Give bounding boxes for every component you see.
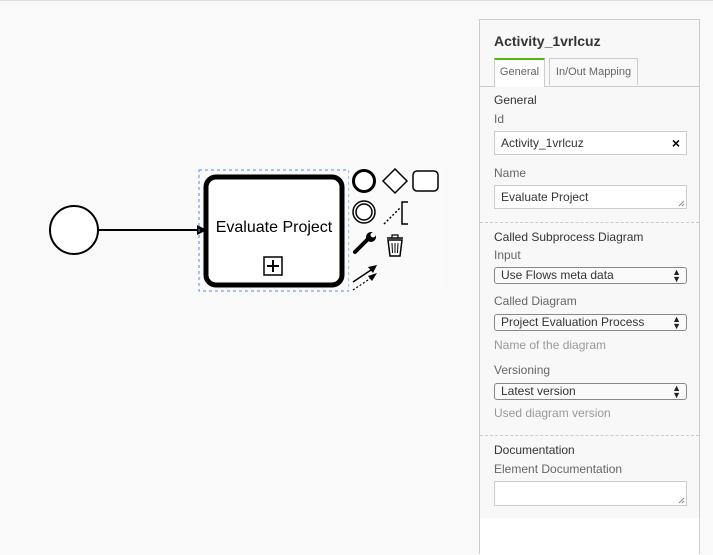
diagram-canvas[interactable]: Evaluate Project [0,0,479,554]
versioning-label: Versioning [494,363,551,377]
versioning-value: Latest version [501,384,576,398]
called-diagram-label: Called Diagram [494,294,577,308]
input-select-value: Use Flows meta data [501,268,614,282]
panel-title: Activity_1vrlcuz [494,33,601,49]
plus-square-icon [263,256,283,276]
general-heading: General [494,93,537,107]
tab-general[interactable]: General [494,58,545,87]
element-documentation-input[interactable] [494,481,687,506]
called-diagram-value: Project Evaluation Process [501,315,645,329]
documentation-heading: Documentation [494,443,575,457]
panel-footer [480,518,699,555]
id-value: Activity_1vrlcuz [501,136,584,150]
task-icon[interactable] [412,170,439,192]
start-event-icon[interactable] [352,169,376,193]
called-subprocess-heading: Called Subprocess Diagram [494,230,644,244]
input-label: Input [494,248,521,262]
id-label: Id [494,112,505,126]
called-diagram-select[interactable]: Project Evaluation Process ▲ ▼ [494,314,687,331]
element-documentation-label: Element Documentation [494,462,623,476]
trash-icon[interactable] [387,234,403,257]
select-arrows-icon: ▲ ▼ [672,267,681,284]
section-divider [480,435,699,436]
called-diagram-hint: Name of the diagram [494,338,607,352]
clear-icon[interactable]: × [672,132,680,154]
input-select[interactable]: Use Flows meta data ▲ ▼ [494,267,687,284]
resize-handle-icon[interactable] [678,497,685,504]
tab-bar: General In/Out Mapping [480,58,699,87]
name-label: Name [494,166,527,180]
diagram-svg[interactable] [0,0,479,554]
resize-handle-icon[interactable] [678,200,685,207]
versioning-select[interactable]: Latest version ▲ ▼ [494,383,687,400]
name-value: Evaluate Project [501,190,589,204]
select-arrows-icon: ▲ ▼ [672,383,681,400]
id-input[interactable]: Activity_1vrlcuz × [494,131,687,155]
select-arrows-icon: ▲ ▼ [672,314,681,331]
name-input[interactable]: Evaluate Project [494,185,687,209]
section-divider [480,222,699,223]
properties-panel: Activity_1vrlcuz General In/Out Mapping … [479,19,700,555]
tab-in-out-mapping[interactable]: In/Out Mapping [549,58,638,85]
start-event[interactable] [49,205,99,255]
intermediate-event-icon[interactable] [352,200,376,224]
task-label: Evaluate Project [215,219,333,236]
versioning-hint: Used diagram version [494,406,611,420]
